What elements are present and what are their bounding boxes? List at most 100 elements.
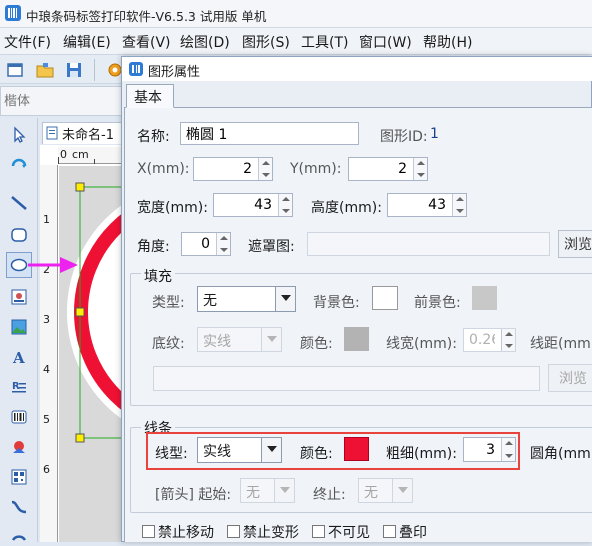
rotate-tool[interactable] [6, 152, 32, 178]
overprint-label: 叠印 [399, 525, 427, 541]
name-label: 名称: [137, 129, 170, 145]
tab-basic-label: 基本 [134, 90, 162, 106]
image-tool[interactable] [6, 284, 32, 310]
ruler-tick [94, 159, 95, 164]
font-name-input[interactable] [2, 90, 120, 112]
invisible-label: 不可见 [328, 525, 370, 541]
open-folder-icon[interactable] [35, 60, 55, 80]
background-color-label: 背景色: [313, 295, 360, 311]
lock-resize-checkbox[interactable] [227, 525, 240, 538]
menu-shape[interactable]: 图形(S) [242, 32, 290, 52]
ruler-unit: cm [72, 148, 89, 161]
document-tab-label: 未命名-1 [62, 128, 114, 143]
y-spinner[interactable] [413, 158, 427, 180]
line-tool[interactable] [6, 190, 32, 216]
barcode-icon [11, 410, 27, 424]
document-icon [46, 126, 58, 140]
foreground-color-label: 前景色: [414, 295, 461, 311]
angle-spinner[interactable] [216, 233, 230, 255]
fill-type-label: 类型: [152, 295, 185, 311]
rich-text-tool[interactable]: R [6, 374, 32, 400]
width-spinner[interactable] [278, 194, 292, 216]
mask-path-field[interactable] [307, 232, 550, 256]
menu-help[interactable]: 帮助(H) [423, 32, 472, 52]
new-document-icon[interactable] [5, 60, 25, 80]
texture-color-swatch[interactable] [344, 327, 369, 351]
barcode-tool[interactable] [6, 404, 32, 430]
dialog-title: 图形属性 [148, 65, 201, 80]
text-icon: A [12, 349, 25, 366]
mask-browse-label: 浏览 [564, 237, 592, 253]
pointer-icon [14, 126, 26, 143]
menu-tools[interactable]: 工具(T) [301, 32, 348, 52]
curve-tool[interactable] [6, 494, 32, 520]
fill-image-path-field[interactable] [153, 366, 540, 391]
shape-id-label: 图形ID: [380, 129, 428, 145]
x-spinner[interactable] [258, 158, 272, 180]
ruler-top-mark: 0 [60, 148, 67, 161]
picture-icon [11, 319, 27, 335]
dialog-app-icon [129, 62, 143, 76]
lock-resize-label: 禁止变形 [243, 525, 299, 541]
app-logo-icon [5, 5, 21, 21]
window-title: 中琅条码标签打印软件-V6.5.3 试用版 单机 [26, 9, 267, 24]
angle-label: 角度: [137, 239, 170, 255]
text-tool[interactable]: A [6, 344, 32, 370]
menu-view[interactable]: 查看(V) [122, 32, 171, 52]
height-label: 高度(mm): [311, 200, 382, 216]
menu-window[interactable]: 窗口(W) [359, 32, 412, 52]
lock-move-label: 禁止移动 [158, 525, 214, 541]
svg-text:A: A [12, 349, 25, 366]
qrcode-tool[interactable] [6, 464, 32, 490]
chevron-down-icon[interactable] [274, 479, 294, 502]
shape-id-value: 1 [430, 126, 439, 142]
picture-tool[interactable] [6, 314, 32, 340]
line-width-spinner[interactable] [501, 329, 515, 351]
arrow-end-label: 终止: [313, 487, 346, 503]
ruler-left-mark: 6 [43, 463, 50, 476]
svg-text:R: R [12, 381, 20, 392]
fill-type-value: 无 [203, 293, 217, 309]
chevron-down-icon[interactable] [261, 328, 281, 351]
pointer-arrow-annotation [28, 257, 78, 273]
chevron-down-icon[interactable] [392, 479, 412, 502]
rounded-rect-tool[interactable] [6, 222, 32, 248]
shape-icon [13, 441, 25, 453]
arc-tool[interactable] [6, 520, 32, 546]
chevron-down-icon[interactable] [275, 287, 295, 311]
horizontal-ruler: 0 cm [58, 147, 126, 164]
name-field[interactable] [180, 122, 359, 145]
tool-palette: A R [0, 118, 38, 542]
menu-bar: 文件(F) 编辑(E) 查看(V) 绘图(D) 图形(S) 工具(T) 窗口(W… [0, 28, 592, 54]
qrcode-icon [11, 469, 27, 485]
foreground-color-swatch[interactable] [472, 286, 497, 310]
menu-edit[interactable]: 编辑(E) [63, 32, 111, 52]
vertical-ruler: 1 2 3 4 5 6 [40, 165, 58, 542]
menu-draw[interactable]: 绘图(D) [180, 32, 230, 52]
height-spinner[interactable] [452, 194, 466, 216]
fill-browse-button[interactable]: 浏览 [548, 364, 592, 392]
invisible-checkbox[interactable] [312, 525, 325, 538]
ruler-left-mark: 5 [43, 413, 50, 426]
lock-move-checkbox[interactable] [142, 525, 155, 538]
save-icon[interactable] [64, 60, 84, 80]
pointer-tool[interactable] [6, 122, 32, 148]
x-label: X(mm): [137, 161, 190, 177]
mask-browse-button[interactable]: 浏览 [558, 230, 592, 258]
texture-color-label: 颜色: [300, 336, 333, 352]
overprint-checkbox[interactable] [383, 525, 396, 538]
line-spacing-label: 线距(mm) [530, 336, 592, 352]
background-color-swatch[interactable] [372, 286, 398, 310]
ruler-left-mark: 1 [43, 213, 50, 226]
ellipse-shape[interactable] [59, 166, 126, 542]
rotate-icon [11, 158, 27, 168]
rounded-rect-icon [11, 228, 27, 242]
fill-browse-label: 浏览 [559, 371, 587, 387]
shape-tool[interactable] [6, 434, 32, 460]
line-width-label: 线宽(mm): [386, 336, 457, 352]
ruler-left-mark: 4 [43, 363, 50, 376]
menu-file[interactable]: 文件(F) [4, 32, 51, 52]
arc-icon [11, 535, 27, 541]
texture-label: 底纹: [152, 336, 185, 352]
fill-group-label: 填充 [141, 266, 175, 286]
